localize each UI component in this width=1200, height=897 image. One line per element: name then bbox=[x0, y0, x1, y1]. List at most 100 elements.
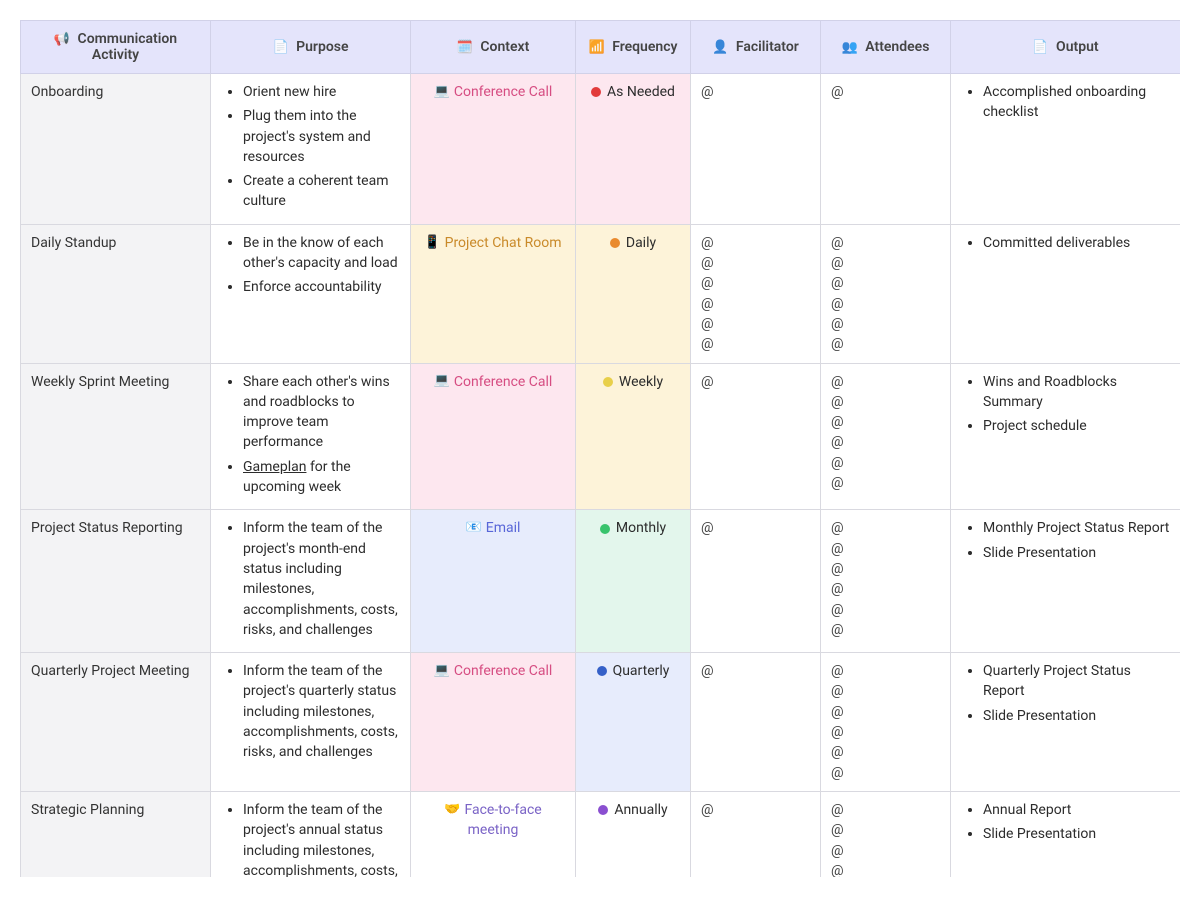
mention-placeholder[interactable]: @ bbox=[701, 273, 810, 293]
frequency-label: Annually bbox=[614, 802, 667, 818]
conference-icon: 💻 bbox=[434, 372, 450, 391]
mention-placeholder[interactable]: @ bbox=[831, 82, 940, 102]
table-row: Project Status ReportingInform the team … bbox=[21, 510, 1181, 653]
mention-placeholder[interactable]: @ bbox=[831, 473, 940, 493]
col-header-label: Facilitator bbox=[736, 39, 799, 55]
mention-placeholder[interactable]: @ bbox=[831, 820, 940, 840]
mention-placeholder[interactable]: @ bbox=[831, 742, 940, 762]
mention-placeholder[interactable]: @ bbox=[831, 559, 940, 579]
mention-placeholder[interactable]: @ bbox=[701, 253, 810, 273]
cell-context: 🤝Face-to-face meeting bbox=[411, 791, 576, 877]
cell-purpose: Orient new hirePlug them into the projec… bbox=[211, 74, 411, 225]
context-label: Project Chat Room bbox=[445, 235, 562, 251]
cell-attendees: @@@@@@ bbox=[821, 510, 951, 653]
signal-icon: 📶 bbox=[589, 40, 605, 55]
document-icon: 📄 bbox=[1032, 40, 1048, 55]
mention-placeholder[interactable]: @ bbox=[831, 702, 940, 722]
cell-facilitator: @ bbox=[691, 74, 821, 225]
cell-activity: Onboarding bbox=[21, 74, 211, 225]
output-item: Slide Presentation bbox=[983, 706, 1170, 726]
mention-placeholder[interactable]: @ bbox=[831, 253, 940, 273]
mention-placeholder[interactable]: @ bbox=[701, 233, 810, 253]
mention-placeholder[interactable]: @ bbox=[831, 841, 940, 861]
frequency-label: Weekly bbox=[619, 374, 663, 390]
mention-placeholder[interactable]: @ bbox=[701, 661, 810, 681]
purpose-item: Orient new hire bbox=[243, 82, 400, 102]
output-item: Wins and Roadblocks Summary bbox=[983, 372, 1170, 413]
mention-placeholder[interactable]: @ bbox=[701, 314, 810, 334]
email-icon: 📧 bbox=[466, 519, 482, 538]
mention-placeholder[interactable]: @ bbox=[701, 294, 810, 314]
output-item: Slide Presentation bbox=[983, 543, 1170, 563]
mention-placeholder[interactable]: @ bbox=[831, 273, 940, 293]
table-header-row: 📢 Communication Activity 📄 Purpose 🗓️ Co… bbox=[21, 21, 1181, 74]
mention-placeholder[interactable]: @ bbox=[831, 620, 940, 640]
cell-activity: Strategic Planning bbox=[21, 791, 211, 877]
purpose-item: Inform the team of the project's annual … bbox=[243, 800, 400, 877]
output-item: Slide Presentation bbox=[983, 824, 1170, 844]
cell-activity: Project Status Reporting bbox=[21, 510, 211, 653]
cell-purpose: Be in the know of each other's capacity … bbox=[211, 224, 411, 363]
cell-facilitator: @ bbox=[691, 510, 821, 653]
col-header-facilitator: 👤 Facilitator bbox=[691, 21, 821, 74]
table-row: Daily StandupBe in the know of each othe… bbox=[21, 224, 1181, 363]
mention-placeholder[interactable]: @ bbox=[831, 681, 940, 701]
mention-placeholder[interactable]: @ bbox=[831, 432, 940, 452]
mention-placeholder[interactable]: @ bbox=[831, 539, 940, 559]
mention-placeholder[interactable]: @ bbox=[831, 314, 940, 334]
mention-placeholder[interactable]: @ bbox=[831, 600, 940, 620]
cell-output: Monthly Project Status Report Slide Prese… bbox=[951, 510, 1181, 653]
calendar-icon: 🗓️ bbox=[457, 40, 473, 55]
document-icon: 📄 bbox=[272, 40, 288, 55]
cell-frequency: As Needed bbox=[576, 74, 691, 225]
cell-purpose: Inform the team of the project's quarter… bbox=[211, 653, 411, 792]
mention-placeholder[interactable]: @ bbox=[831, 233, 940, 253]
mention-placeholder[interactable]: @ bbox=[831, 861, 940, 877]
cell-attendees: @@@@@@ bbox=[821, 653, 951, 792]
frequency-dot-icon bbox=[597, 666, 607, 676]
mention-placeholder[interactable]: @ bbox=[701, 82, 810, 102]
people-icon: 👥 bbox=[842, 40, 858, 55]
conference-icon: 💻 bbox=[434, 662, 450, 681]
cell-context: 📱 Project Chat Room bbox=[411, 224, 576, 363]
bullhorn-icon: 📢 bbox=[54, 32, 70, 47]
cell-attendees: @@@@@@ bbox=[821, 363, 951, 510]
cell-context: 💻Conference Call bbox=[411, 363, 576, 510]
cell-attendees: @@@@@@ bbox=[821, 224, 951, 363]
mention-placeholder[interactable]: @ bbox=[831, 661, 940, 681]
mention-placeholder[interactable]: @ bbox=[701, 334, 810, 354]
table-row: Weekly Sprint Meeting Share each other's … bbox=[21, 363, 1181, 510]
mention-placeholder[interactable]: @ bbox=[831, 518, 940, 538]
mention-placeholder[interactable]: @ bbox=[701, 800, 810, 820]
output-item: Monthly Project Status Report bbox=[983, 518, 1170, 538]
mention-placeholder[interactable]: @ bbox=[831, 392, 940, 412]
frequency-label: Daily bbox=[626, 235, 656, 251]
purpose-item: Inform the team of the project's quarter… bbox=[243, 661, 400, 762]
mention-placeholder[interactable]: @ bbox=[831, 722, 940, 742]
cell-activity: Daily Standup bbox=[21, 224, 211, 363]
mention-placeholder[interactable]: @ bbox=[831, 412, 940, 432]
table-row: Strategic Planning Inform the team of the… bbox=[21, 791, 1181, 877]
chat-icon: 📱 bbox=[424, 234, 440, 253]
mention-placeholder[interactable]: @ bbox=[701, 372, 810, 392]
mention-placeholder[interactable]: @ bbox=[831, 372, 940, 392]
col-header-label: Attendees bbox=[865, 39, 929, 55]
mention-placeholder[interactable]: @ bbox=[831, 800, 940, 820]
mention-placeholder[interactable]: @ bbox=[831, 453, 940, 473]
cell-activity: Weekly Sprint Meeting bbox=[21, 363, 211, 510]
col-header-label: Output bbox=[1056, 39, 1099, 55]
frequency-label: Monthly bbox=[616, 520, 666, 536]
cell-activity: Quarterly Project Meeting bbox=[21, 653, 211, 792]
communication-plan-table: 📢 Communication Activity 📄 Purpose 🗓️ Co… bbox=[20, 20, 1180, 877]
cell-purpose: Share each other's wins and roadblocks t… bbox=[211, 363, 411, 510]
cell-facilitator: @@@@@@ bbox=[691, 224, 821, 363]
mention-placeholder[interactable]: @ bbox=[831, 294, 940, 314]
frequency-dot-icon bbox=[610, 238, 620, 248]
mention-placeholder[interactable]: @ bbox=[831, 763, 940, 783]
context-label: Email bbox=[486, 520, 521, 536]
mention-placeholder[interactable]: @ bbox=[701, 518, 810, 538]
mention-placeholder[interactable]: @ bbox=[831, 579, 940, 599]
purpose-item: Share each other's wins and roadblocks t… bbox=[243, 372, 400, 453]
mention-placeholder[interactable]: @ bbox=[831, 334, 940, 354]
purpose-item: Gameplan for the upcoming week bbox=[243, 457, 400, 498]
